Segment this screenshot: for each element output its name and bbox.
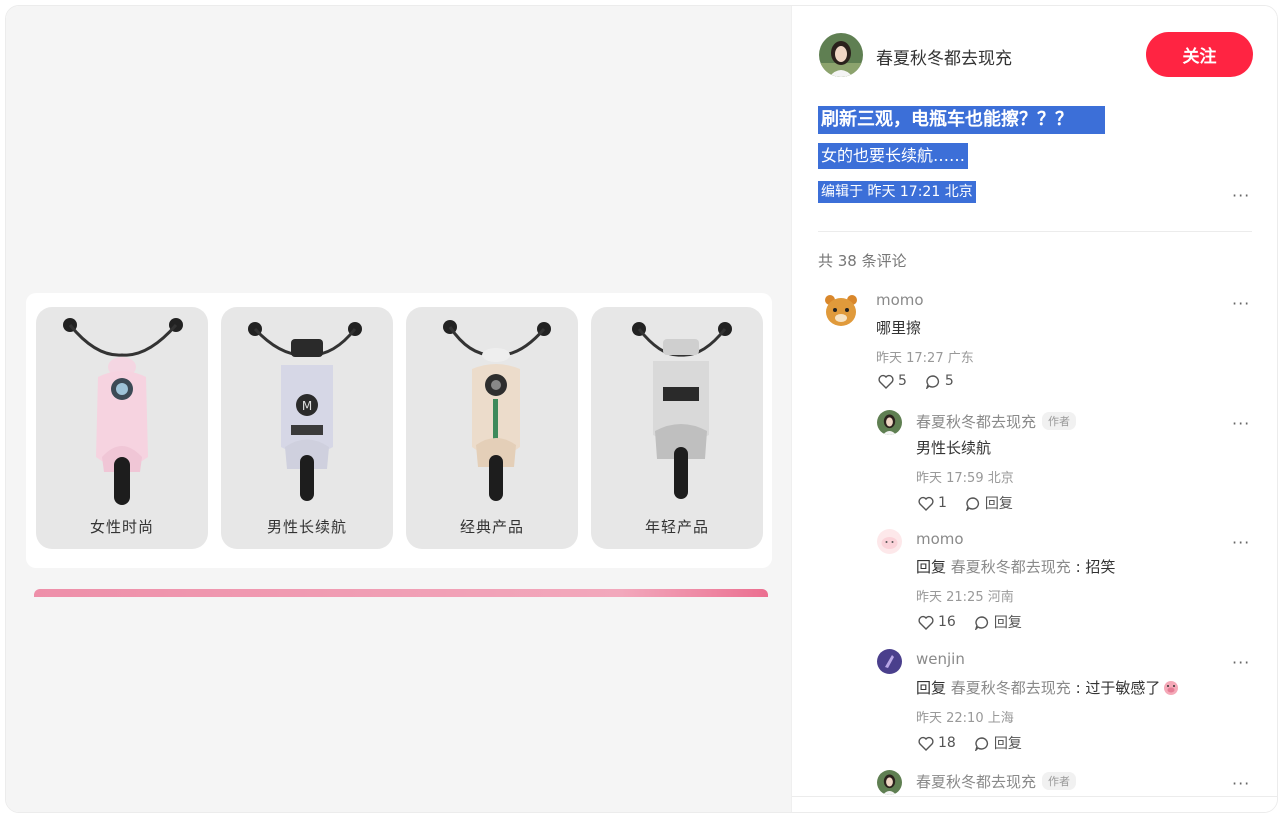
comment-actions: 1 回复 <box>918 493 1013 513</box>
reply-button[interactable]: 回复 <box>994 612 1022 632</box>
commenter-avatar[interactable] <box>820 290 862 332</box>
comment-time: 昨天 22:10 上海 <box>916 711 1014 726</box>
comment-time: 昨天 17:27 广东 <box>876 351 974 366</box>
like-count: 18 <box>938 735 956 751</box>
comment-time: 昨天 17:59 北京 <box>916 471 1014 486</box>
author-badge: 作者 <box>1042 412 1077 430</box>
like-count: 1 <box>938 495 947 511</box>
comment-text: 男性长续航 <box>916 439 992 457</box>
like-count: 5 <box>898 373 907 389</box>
reply-button[interactable]: 回复 <box>994 733 1022 753</box>
comment-author[interactable]: 春夏秋冬都去现充 作者 <box>916 411 1077 432</box>
follow-button[interactable]: 关注 <box>1146 32 1253 77</box>
commenter-avatar[interactable] <box>877 649 902 674</box>
comment-actions: 5 5 <box>878 373 954 389</box>
scooter-image-strip: 女性时尚 M 男性长续航 经典产品 年轻产品 <box>26 293 772 568</box>
svg-text:M: M <box>302 399 312 413</box>
like-icon[interactable] <box>918 615 934 630</box>
scooter-silver-image <box>632 322 732 499</box>
comment-text: 回复 春夏秋冬都去现充 : 招笑 <box>916 558 1116 576</box>
commenter-avatar[interactable] <box>877 770 902 795</box>
comment-more-icon[interactable]: ··· <box>1232 294 1250 313</box>
app-frame: 女性时尚 M 男性长续航 经典产品 年轻产品 春夏秋冬都去现充 关注 刷新三观，… <box>5 5 1278 813</box>
like-count: 16 <box>938 614 956 630</box>
comment-input-divider <box>792 796 1277 797</box>
reply-button[interactable]: 回复 <box>985 493 1013 513</box>
author-avatar[interactable] <box>819 33 863 77</box>
pig-emoji-icon <box>1164 681 1179 695</box>
like-icon[interactable] <box>918 736 934 751</box>
reply-icon[interactable] <box>965 496 981 511</box>
reply-count: 5 <box>944 373 954 389</box>
post-description: 女的也要长续航…… <box>818 143 969 169</box>
comment-more-icon[interactable]: ··· <box>1232 414 1250 433</box>
comment-text: 回复 春夏秋冬都去现充 : 过于敏感了 <box>916 677 1180 698</box>
like-icon[interactable] <box>918 496 934 511</box>
reply-icon[interactable] <box>974 736 990 751</box>
comment-actions: 18 回复 <box>918 733 1022 753</box>
commenter-avatar[interactable] <box>877 410 902 435</box>
scooter-grey-image: M <box>248 322 362 501</box>
commenter-avatar[interactable] <box>877 529 902 554</box>
post-more-icon[interactable]: ··· <box>1232 186 1250 205</box>
note-media[interactable]: 女性时尚 M 男性长续航 经典产品 年轻产品 <box>6 6 791 812</box>
comment-author[interactable]: momo <box>876 291 924 309</box>
comment-more-icon[interactable]: ··· <box>1232 653 1250 672</box>
comment-actions: 16 回复 <box>918 612 1022 632</box>
card-label: 女性时尚 <box>89 518 154 536</box>
comment-author[interactable]: 春夏秋冬都去现充 作者 <box>916 771 1077 792</box>
comment-author[interactable]: momo <box>916 530 964 548</box>
comment-more-icon[interactable]: ··· <box>1232 533 1250 552</box>
card-label: 经典产品 <box>459 518 524 536</box>
comment-author[interactable]: wenjin <box>916 650 965 668</box>
post-meta: 编辑于 昨天 17:21 北京 <box>818 181 976 203</box>
author-name[interactable]: 春夏秋冬都去现充 <box>876 44 1012 69</box>
comments-count: 共 38 条评论 <box>818 252 907 270</box>
next-image-strip <box>34 589 768 597</box>
scooter-card: 女性时尚 <box>36 307 208 549</box>
note-detail-panel: 春夏秋冬都去现充 关注 刷新三观，电瓶车也能擦？？？ 女的也要长续航…… 编辑于… <box>791 6 1277 812</box>
card-label: 男性长续航 <box>266 518 347 536</box>
scooter-pink-image <box>63 318 183 505</box>
reply-icon[interactable] <box>974 615 990 630</box>
card-label: 年轻产品 <box>644 518 709 536</box>
comment-time: 昨天 21:25 河南 <box>916 590 1014 605</box>
author-badge: 作者 <box>1042 772 1077 790</box>
section-divider <box>818 231 1252 232</box>
scooter-card: M 男性长续航 <box>221 307 393 549</box>
comment-text: 哪里擦 <box>876 319 922 337</box>
scooter-beige-image <box>443 320 551 501</box>
comment-more-icon[interactable]: ··· <box>1232 774 1250 793</box>
scooter-card: 经典产品 <box>406 307 578 549</box>
reply-icon[interactable] <box>925 374 941 389</box>
post-title: 刷新三观，电瓶车也能擦？？？ <box>818 106 1105 134</box>
like-icon[interactable] <box>878 374 894 389</box>
scooter-card: 年轻产品 <box>591 307 763 549</box>
